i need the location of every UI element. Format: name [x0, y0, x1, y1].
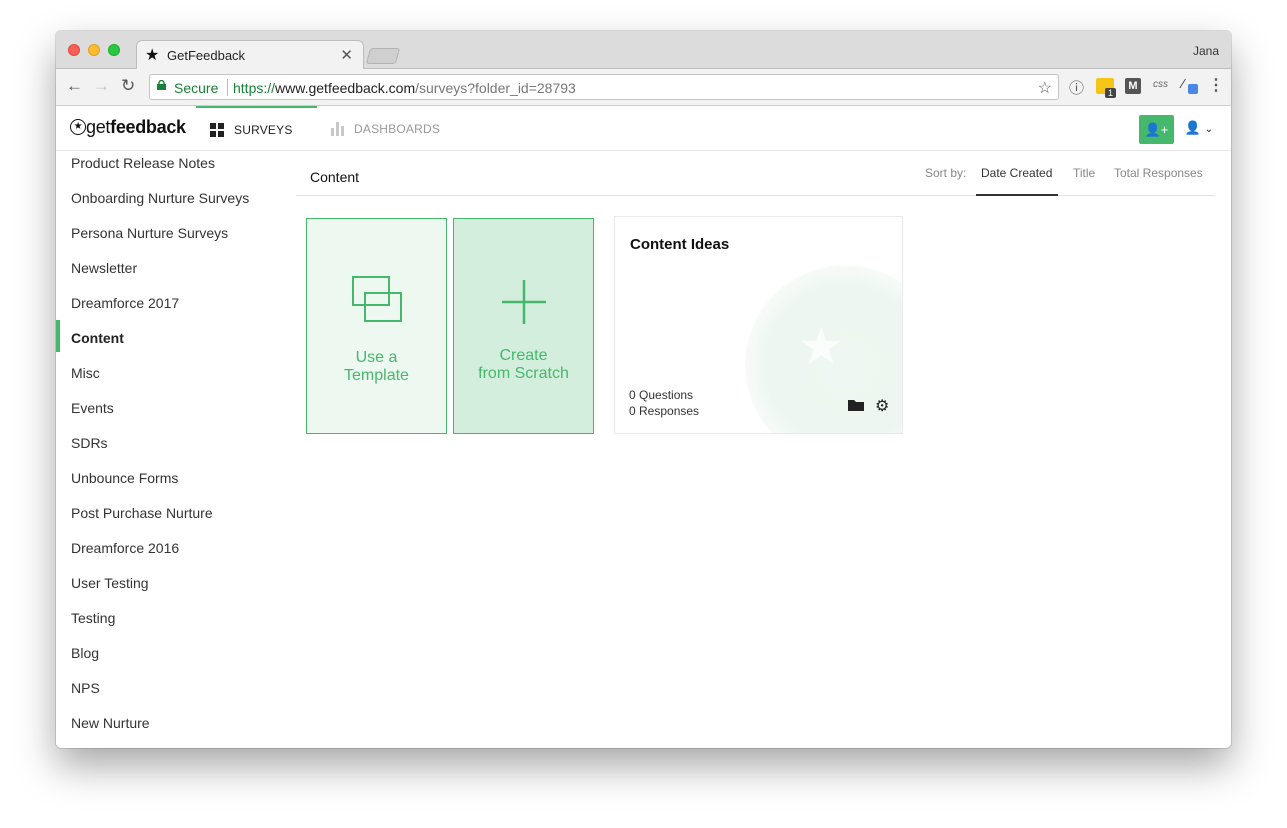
new-tab-button[interactable]	[365, 48, 401, 64]
survey-title[interactable]: Content Ideas	[630, 236, 729, 253]
browser-window: ★ GetFeedback ✕ Jana ← → ↻ Secure https:…	[56, 31, 1231, 748]
back-arrow-icon[interactable]: ←	[66, 76, 83, 96]
sort-option-total-responses[interactable]: Total Responses	[1114, 166, 1203, 180]
sidebar-item-persona-nurture-surveys[interactable]: Persona Nurture Surveys	[56, 223, 296, 251]
folder-sidebar: Product Release Notes Onboarding Nurture…	[56, 151, 296, 748]
secure-label: Secure	[174, 80, 219, 96]
nav-tab-dashboards[interactable]: DASHBOARDS	[331, 106, 481, 151]
template-card-line1: Use a	[355, 349, 398, 366]
info-extension-icon[interactable]: ⓘ	[1069, 77, 1084, 98]
template-icon	[352, 276, 402, 322]
use-template-card[interactable]: Use a Template	[306, 218, 447, 434]
sidebar-item-content[interactable]: Content	[56, 320, 296, 352]
page-title: Content	[310, 169, 360, 185]
getfeedback-logo[interactable]: ★ getfeedback	[70, 117, 186, 138]
forward-arrow-icon[interactable]: →	[93, 76, 110, 96]
user-menu[interactable]: 👤 ⌄	[1185, 120, 1213, 136]
bookmark-star-icon[interactable]: ☆	[1038, 78, 1052, 98]
tab-title: GetFeedback	[167, 48, 246, 63]
address-separator	[227, 79, 228, 96]
url-text: https://www.getfeedback.com/surveys?fold…	[233, 80, 576, 96]
grid-icon	[210, 122, 224, 137]
sidebar-item-new-nurture[interactable]: New Nurture	[56, 713, 296, 741]
user-icon: 👤	[1184, 120, 1201, 135]
scratch-card-line1: Create	[499, 347, 548, 364]
m-extension-icon[interactable]: M	[1125, 78, 1141, 94]
lock-icon	[157, 80, 166, 90]
main-content: Content Sort by: Date Created Title Tota…	[296, 151, 1231, 748]
survey-card[interactable]: ★ Content Ideas 0 Questions 0 Responses …	[614, 216, 903, 434]
sidebar-item-post-purchase-nurture[interactable]: Post Purchase Nurture	[56, 503, 296, 531]
sidebar-item-user-testing[interactable]: User Testing	[56, 573, 296, 601]
browser-tab[interactable]: ★ GetFeedback ✕	[136, 40, 364, 70]
nav-tab-surveys[interactable]: SURVEYS	[196, 106, 317, 151]
star-favicon-icon: ★	[145, 47, 160, 64]
maximize-window-button[interactable]	[108, 44, 120, 56]
minimize-window-button[interactable]	[88, 44, 100, 56]
template-card-line2: Template	[344, 367, 409, 384]
reload-icon[interactable]: ↻	[121, 76, 135, 96]
close-tab-icon[interactable]: ✕	[340, 46, 353, 64]
sidebar-item-testing[interactable]: Testing	[56, 608, 296, 636]
sidebar-item-product-release-notes[interactable]: Product Release Notes	[56, 153, 296, 181]
sort-divider	[296, 195, 1215, 196]
address-bar[interactable]: Secure https://www.getfeedback.com/surve…	[149, 74, 1059, 100]
sidebar-item-onboarding-nurture-surveys[interactable]: Onboarding Nurture Surveys	[56, 188, 296, 216]
close-window-button[interactable]	[68, 44, 80, 56]
background-star-icon: ★	[798, 318, 845, 376]
scratch-card-line2: from Scratch	[478, 365, 569, 382]
plus-icon	[502, 280, 546, 324]
bar-chart-icon	[331, 121, 344, 136]
sidebar-item-unbounce-forms[interactable]: Unbounce Forms	[56, 468, 296, 496]
star-logo-icon: ★	[70, 118, 86, 135]
browser-menu-icon[interactable]: ⋮	[1208, 75, 1224, 95]
sort-label: Sort by:	[925, 166, 967, 180]
eyedropper-extension-icon[interactable]: ⁄	[1182, 76, 1198, 94]
create-from-scratch-card[interactable]: Create from Scratch	[453, 218, 594, 434]
extension-badge: 1	[1104, 88, 1116, 98]
chevron-down-icon: ⌄	[1204, 124, 1213, 135]
sidebar-item-newsletter[interactable]: Newsletter	[56, 258, 296, 286]
folder-icon[interactable]	[848, 398, 864, 414]
sort-active-indicator	[976, 194, 1058, 196]
add-user-button[interactable]: 👤+	[1139, 115, 1174, 144]
app-header: ★ getfeedback SURVEYS DASHBOARDS 👤+ 👤 ⌄	[56, 106, 1231, 151]
extension-note-icon[interactable]: 1	[1096, 78, 1116, 98]
sidebar-item-sdrs[interactable]: SDRs	[56, 433, 296, 461]
profile-name[interactable]: Jana	[1193, 44, 1219, 58]
tab-strip: ★ GetFeedback ✕ Jana	[56, 31, 1231, 70]
survey-response-count: 0 Responses	[629, 404, 700, 418]
sidebar-item-nps[interactable]: NPS	[56, 678, 296, 706]
browser-toolbar: ← → ↻ Secure https://www.getfeedback.com…	[56, 69, 1231, 106]
sidebar-item-blog[interactable]: Blog	[56, 643, 296, 671]
sort-option-date-created[interactable]: Date Created	[981, 166, 1052, 180]
add-user-icon: 👤+	[1144, 122, 1169, 137]
sidebar-item-dreamforce-2016[interactable]: Dreamforce 2016	[56, 538, 296, 566]
sidebar-item-misc[interactable]: Misc	[56, 363, 296, 391]
survey-question-count: 0 Questions	[629, 388, 694, 402]
sort-option-title[interactable]: Title	[1073, 166, 1095, 180]
sidebar-item-events[interactable]: Events	[56, 398, 296, 426]
gear-icon[interactable]: ⚙	[875, 396, 889, 416]
sidebar-item-dreamforce-2017[interactable]: Dreamforce 2017	[56, 293, 296, 321]
css-extension-icon[interactable]: css	[1153, 79, 1168, 90]
